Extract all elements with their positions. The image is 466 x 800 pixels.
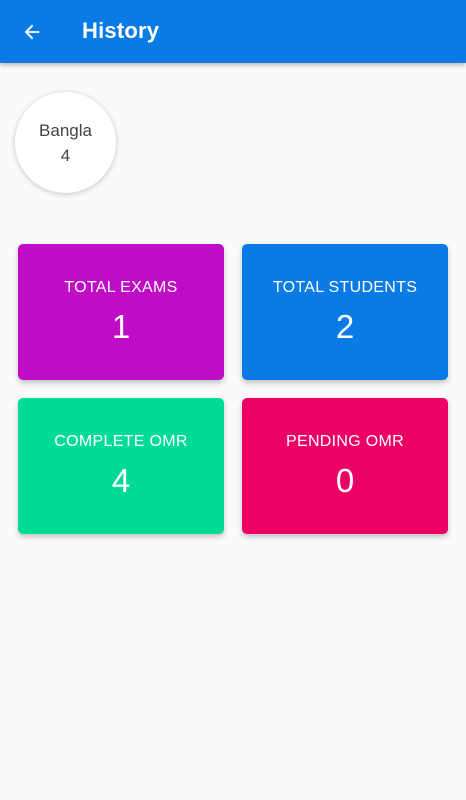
- arrow-left-icon: [24, 24, 40, 40]
- total-exams-label: TOTAL EXAMS: [64, 279, 178, 296]
- complete-omr-label: COMPLETE OMR: [54, 433, 188, 450]
- subject-name: Bangla: [39, 120, 92, 140]
- total-students-card[interactable]: TOTAL STUDENTS 2: [242, 244, 448, 380]
- pending-omr-value: 0: [335, 462, 355, 499]
- pending-omr-label: PENDING OMR: [286, 433, 404, 450]
- subject-chip[interactable]: Bangla 4: [15, 92, 116, 193]
- complete-omr-value: 4: [111, 462, 131, 499]
- total-exams-card[interactable]: TOTAL EXAMS 1: [18, 244, 224, 380]
- page-title: History: [82, 18, 160, 43]
- total-students-value: 2: [335, 308, 355, 345]
- complete-omr-card[interactable]: COMPLETE OMR 4: [18, 398, 224, 534]
- pending-omr-card[interactable]: PENDING OMR 0: [242, 398, 448, 534]
- subject-count: 4: [60, 145, 71, 165]
- total-students-label: TOTAL STUDENTS: [272, 279, 418, 296]
- app-bar: History: [0, 0, 466, 63]
- back-button[interactable]: [14, 14, 50, 50]
- total-exams-value: 1: [111, 308, 131, 345]
